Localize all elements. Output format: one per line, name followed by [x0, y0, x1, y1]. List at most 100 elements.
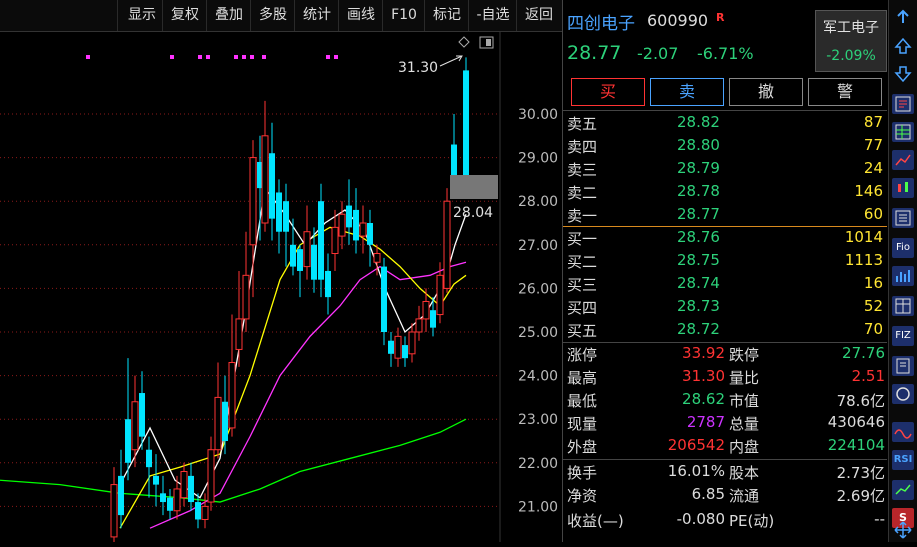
- price-tick-label: 30.00: [518, 107, 558, 123]
- volume-ratio-value: 2.51: [851, 367, 885, 385]
- candle-body: [195, 502, 201, 520]
- bid-row-2[interactable]: 买二 28.75 1113: [563, 251, 887, 273]
- signal-dot: [326, 55, 330, 59]
- sector-change: -2.09%: [826, 48, 876, 64]
- circle-icon[interactable]: [892, 384, 914, 404]
- bid-price: 28.74: [677, 274, 720, 292]
- candle-body: [436, 274, 444, 316]
- ask-row-4[interactable]: 卖四 28.80 77: [563, 136, 887, 158]
- ask-row-1[interactable]: 卖一 28.77 60: [563, 205, 887, 227]
- candle-body: [167, 497, 173, 511]
- stock-code: 600990: [647, 11, 709, 30]
- outer-volume-value: 206542: [667, 436, 725, 454]
- line-chart-icon[interactable]: [892, 150, 914, 170]
- price-axis-labels: 30.00 29.00 28.00 27.00 26.00 25.00 24.00 23.00…: [518, 107, 558, 515]
- last-volume-label: 现量: [567, 415, 598, 433]
- signal-dot: [250, 55, 254, 59]
- toolbar-overlay[interactable]: 叠加: [206, 0, 251, 31]
- sector-box[interactable]: 军工电子 -2.09%: [815, 10, 887, 72]
- cancel-order-button[interactable]: 撤: [729, 78, 803, 106]
- grid-icon[interactable]: [892, 122, 914, 142]
- fiz-icon[interactable]: FIZ: [892, 326, 914, 346]
- arrow-up-icon[interactable]: [892, 36, 914, 56]
- toolbar-mark[interactable]: 标记: [424, 0, 469, 31]
- buy-button[interactable]: 买: [571, 78, 645, 106]
- bid-row-5[interactable]: 买五 28.72 70: [563, 320, 887, 342]
- last-volume-value: 2787: [686, 413, 725, 431]
- move-icon[interactable]: [892, 520, 914, 540]
- toolbar-watchlist[interactable]: -自选: [468, 0, 517, 31]
- wave-icon[interactable]: [892, 422, 914, 442]
- ask-price: 28.77: [677, 205, 720, 223]
- rsi-icon[interactable]: RSI: [892, 450, 914, 470]
- toolbar-draw-line[interactable]: 画线: [338, 0, 383, 31]
- toolbar-multi-stock[interactable]: 多股: [250, 0, 295, 31]
- candle-body: [139, 393, 145, 437]
- candle-body: [394, 335, 402, 359]
- candle-body: [173, 488, 181, 512]
- fio-icon[interactable]: Fio: [892, 238, 914, 258]
- bid-volume: 1014: [844, 228, 883, 246]
- alert-button[interactable]: 警: [808, 78, 882, 106]
- volume-ratio-label: 量比: [729, 369, 760, 387]
- price-change-percent: -6.71%: [697, 44, 754, 63]
- toolbar-f10[interactable]: F10: [382, 0, 425, 31]
- table-icon[interactable]: [892, 296, 914, 316]
- bid-row-3[interactable]: 买三 28.74 16: [563, 274, 887, 296]
- candle-body: [214, 396, 222, 451]
- bid-price: 28.72: [677, 320, 720, 338]
- current-price-box: [450, 175, 498, 199]
- candle-body: [242, 274, 250, 320]
- signal-dot: [334, 55, 338, 59]
- expand-icon[interactable]: [892, 8, 914, 28]
- candle-body: [303, 231, 311, 268]
- candle-body: [261, 135, 269, 224]
- chart-toolbar: 显示 复权 叠加 多股 统计 画线 F10 标记 -自选 返回: [0, 0, 562, 32]
- toolbar-display[interactable]: 显示: [117, 0, 166, 31]
- ask-row-5[interactable]: 卖五 28.82 87: [563, 113, 887, 135]
- toolbar-adjust[interactable]: 复权: [162, 0, 207, 31]
- candlestick-chart[interactable]: 30.00 29.00 28.00 27.00 26.00 25.00 24.00 23.00…: [0, 32, 560, 542]
- high-value: 31.30: [682, 367, 725, 385]
- arrow-down-icon[interactable]: [892, 64, 914, 84]
- toolbar-back[interactable]: 返回: [516, 0, 561, 31]
- report-icon[interactable]: [892, 94, 914, 114]
- signal-dot: [170, 55, 174, 59]
- stock-name[interactable]: 四创电子: [567, 9, 635, 34]
- low-label: 最低: [567, 392, 598, 410]
- ask-row-2[interactable]: 卖二 28.78 146: [563, 182, 887, 204]
- bid-volume: 1113: [844, 251, 883, 269]
- ask-price: 28.80: [677, 136, 720, 154]
- candle-body: [207, 449, 215, 503]
- inner-volume-label: 内盘: [729, 438, 760, 456]
- ask-price: 28.79: [677, 159, 720, 177]
- price-tick-label: 22.00: [518, 456, 558, 472]
- candle-body: [297, 249, 303, 271]
- candle-icon[interactable]: [892, 178, 914, 198]
- low-value: 28.62: [682, 390, 725, 408]
- total-volume-value: 430646: [827, 413, 885, 431]
- bar-chart-icon[interactable]: [892, 266, 914, 286]
- candle-body: [311, 244, 317, 280]
- limit-down-value: 27.76: [842, 344, 885, 362]
- list-icon[interactable]: [892, 208, 914, 228]
- candle-body: [276, 192, 282, 232]
- price-tick-label: 27.00: [518, 238, 558, 254]
- bid-price: 28.76: [677, 228, 720, 246]
- limit-down-label: 跌停: [729, 346, 760, 364]
- toolbar-statistics[interactable]: 统计: [294, 0, 339, 31]
- ask-row-3[interactable]: 卖三 28.79 24: [563, 159, 887, 181]
- bid-row-1[interactable]: 买一 28.76 1014: [563, 228, 887, 250]
- bid-row-4[interactable]: 买四 28.73 52: [563, 297, 887, 319]
- market-cap-label: 市值: [729, 392, 760, 410]
- total-volume-label: 总量: [729, 415, 760, 433]
- candle-body: [325, 270, 331, 298]
- document-icon[interactable]: [892, 356, 914, 376]
- pe-label: PE(动): [729, 512, 775, 530]
- candle-body: [388, 340, 394, 354]
- candle-body: [269, 153, 275, 219]
- order-book-divider: [563, 226, 887, 227]
- candle-body: [235, 318, 243, 350]
- ask-price: 28.78: [677, 182, 720, 200]
- sell-button[interactable]: 卖: [650, 78, 724, 106]
